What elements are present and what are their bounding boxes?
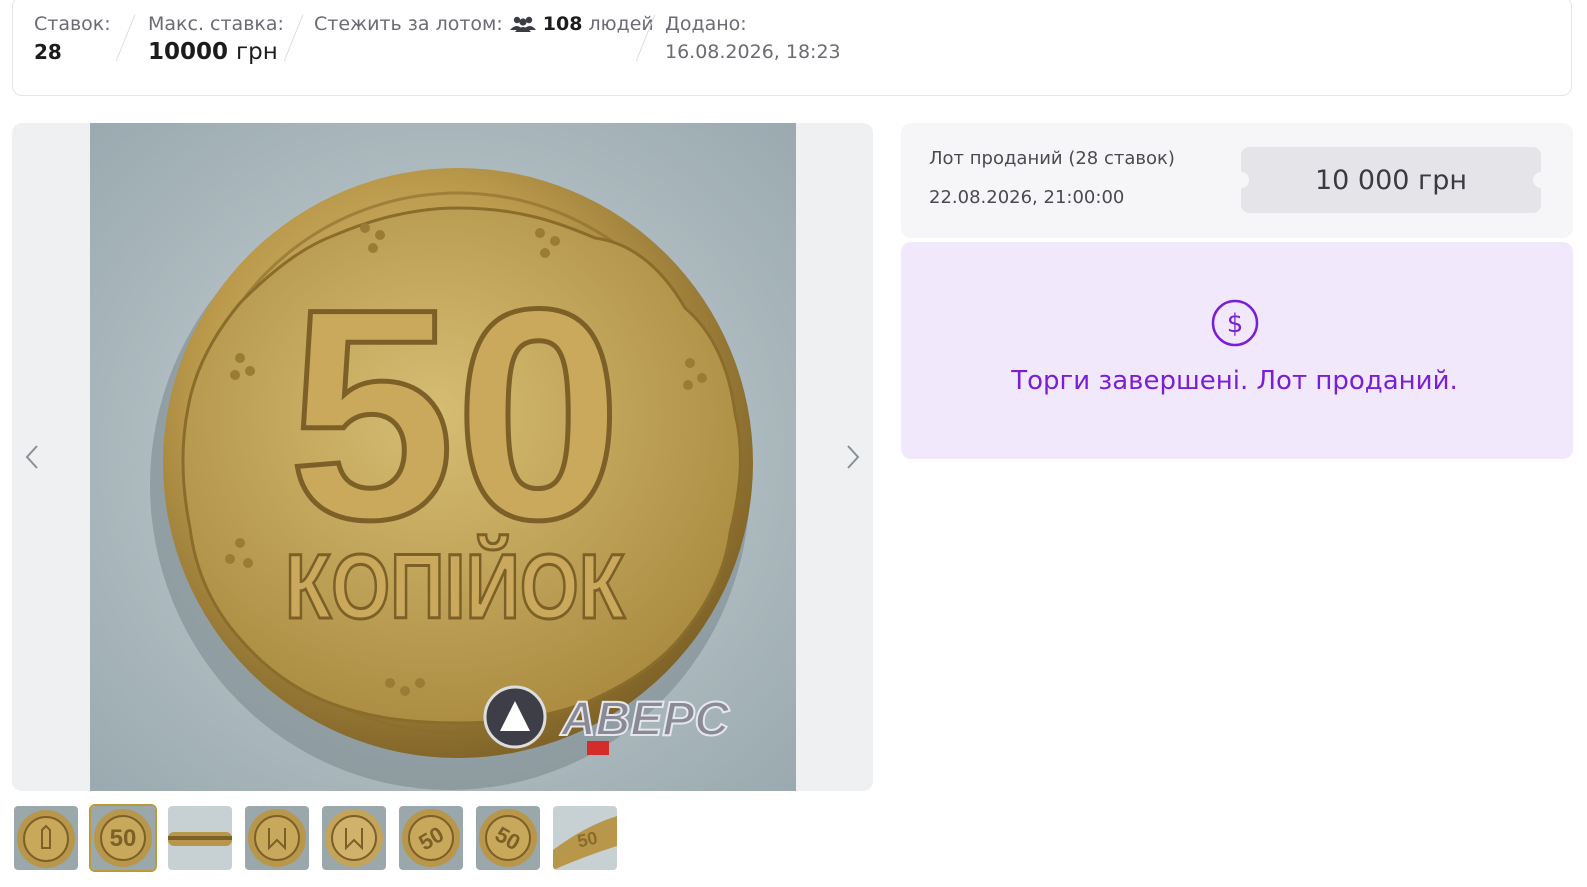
- max-bid-amount: 10000: [148, 39, 229, 65]
- auction-ended-message: Торги завершені. Лот проданий.: [1011, 366, 1458, 396]
- watermark-brand: АВЕРС: [560, 693, 730, 746]
- lot-stats-bar: Ставок: 28 Макс. ставка: 10000 грн Стежи…: [12, 0, 1572, 96]
- chevron-left-icon: [25, 445, 38, 469]
- watchers-count: 108: [542, 13, 583, 35]
- watchers-stat: Стежить за лотом: 108 людей: [314, 11, 654, 37]
- watchers-line: Стежить за лотом: 108 людей: [314, 11, 654, 37]
- coin-word: КОПІЙОК: [285, 534, 626, 638]
- bids-value: 28: [34, 40, 62, 64]
- max-bid-stat: Макс. ставка: 10000 грн: [148, 11, 284, 67]
- thumbnail-6[interactable]: 50: [397, 804, 465, 872]
- watermark-logo: АВЕРС: [483, 685, 731, 755]
- lot-status-panel: Лот проданий (28 ставок) 22.08.2026, 21:…: [901, 123, 1573, 238]
- max-bid-label: Макс. ставка:: [148, 13, 284, 35]
- thumbnail-8[interactable]: 50: [551, 804, 619, 872]
- stat-divider: [115, 14, 136, 62]
- chevron-right-icon: [847, 445, 860, 469]
- final-price-badge: 10 000 грн: [1233, 147, 1549, 213]
- dollar-circle-icon: $: [1211, 299, 1259, 347]
- thumbnail-2[interactable]: 50: [89, 804, 157, 872]
- stat-divider: [283, 14, 304, 62]
- added-label: Додано:: [665, 13, 747, 35]
- watchers-label: Стежить за лотом:: [314, 13, 503, 35]
- prev-image-button[interactable]: [17, 439, 47, 475]
- added-stat: Додано: 16.08.2026, 18:23: [665, 11, 841, 67]
- lot-main-photo[interactable]: 50 КОПІЙОК АВЕРС: [90, 123, 796, 791]
- next-image-button[interactable]: [838, 439, 868, 475]
- ticket-notch: [1233, 172, 1249, 188]
- lot-sold-title: Лот проданий (28 ставок): [929, 148, 1175, 169]
- max-bid-value: 10000 грн: [148, 37, 284, 67]
- coin-denomination: 50: [288, 246, 622, 582]
- ticket-notch: [1533, 172, 1549, 188]
- thumbnail-5[interactable]: [320, 804, 388, 872]
- watchers-suffix: людей: [588, 13, 654, 35]
- thumbnail-strip: 50 50 50 50: [12, 804, 619, 874]
- bids-label: Ставок:: [34, 13, 111, 35]
- people-icon: [509, 15, 537, 33]
- bids-stat: Ставок: 28: [34, 11, 111, 67]
- image-gallery: 50 КОПІЙОК АВЕРС: [12, 123, 873, 791]
- added-value: 16.08.2026, 18:23: [665, 41, 841, 63]
- thumbnail-7[interactable]: 50: [474, 804, 542, 872]
- max-bid-currency: грн: [236, 39, 278, 65]
- thumbnail-1[interactable]: [12, 804, 80, 872]
- lot-end-date: 22.08.2026, 21:00:00: [929, 187, 1125, 208]
- thumbnail-3[interactable]: [166, 804, 234, 872]
- svg-text:$: $: [1227, 309, 1244, 339]
- thumbnail-4[interactable]: [243, 804, 311, 872]
- svg-text:50: 50: [575, 828, 599, 852]
- auction-ended-notice: $ Торги завершені. Лот проданий.: [901, 242, 1573, 459]
- svg-text:50: 50: [110, 825, 137, 852]
- final-price: 10 000 грн: [1314, 164, 1468, 196]
